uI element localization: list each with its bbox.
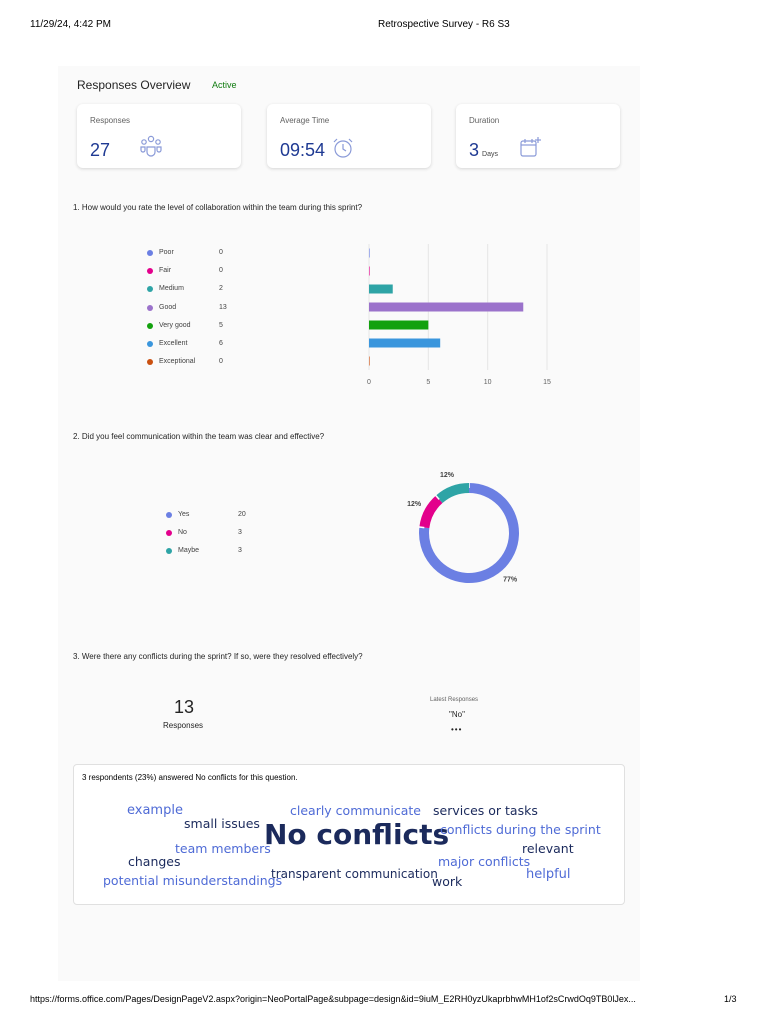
bar bbox=[369, 248, 370, 258]
bar bbox=[369, 266, 370, 276]
cloud-word: No conflicts bbox=[264, 818, 450, 851]
print-page-number: 1/3 bbox=[724, 994, 737, 1004]
cloud-word: transparent communication bbox=[271, 867, 438, 881]
legend-label: No bbox=[178, 529, 187, 536]
responses-card: Responses 27 bbox=[77, 104, 241, 168]
question-1-text: 1. How would you rate the level of colla… bbox=[73, 203, 363, 212]
print-doc-title: Retrospective Survey - R6 S3 bbox=[378, 19, 510, 30]
cloud-word: small issues bbox=[184, 816, 260, 831]
card-value: 3 Days bbox=[469, 140, 498, 160]
latest-response-value: "No" bbox=[449, 710, 465, 719]
legend-count: 2 bbox=[219, 285, 223, 293]
card-value: 09:54 bbox=[280, 140, 326, 160]
print-datetime: 11/29/24, 4:42 PM bbox=[30, 19, 111, 30]
bar bbox=[369, 302, 524, 312]
slice-label: 12% bbox=[440, 472, 455, 479]
question-2-donut-chart: 77% 12% 12% bbox=[407, 472, 519, 583]
question-2-text: 2. Did you feel communication within the… bbox=[73, 432, 325, 441]
print-url: https://forms.office.com/Pages/DesignPag… bbox=[30, 994, 636, 1004]
legend-swatch bbox=[147, 322, 153, 329]
legend-count: 0 bbox=[219, 249, 223, 256]
question-1-bar-chart: 0 5 10 15 bbox=[367, 244, 551, 386]
legend-label: Excellent bbox=[159, 340, 188, 347]
status-badge: Active bbox=[212, 80, 237, 90]
x-tick-label: 15 bbox=[543, 379, 551, 386]
legend-count: 3 bbox=[238, 529, 242, 536]
card-value: 27 bbox=[90, 140, 111, 160]
card-label: Average Time bbox=[280, 116, 330, 125]
x-tick-label: 10 bbox=[484, 379, 492, 386]
responses-overview-title: Responses Overview bbox=[77, 78, 191, 92]
legend-label: Yes bbox=[178, 511, 190, 518]
people-group-icon bbox=[140, 135, 162, 157]
legend-swatch bbox=[166, 530, 172, 536]
cloud-word: major conflicts bbox=[438, 854, 531, 869]
alarm-clock-icon bbox=[333, 138, 353, 158]
cloud-word: services or tasks bbox=[433, 803, 538, 818]
donut-slice bbox=[435, 483, 470, 504]
latest-responses-label: Latest Responses bbox=[430, 697, 479, 703]
calendar-add-icon bbox=[520, 137, 541, 157]
slice-label: 77% bbox=[503, 576, 518, 583]
cloud-word: clearly communicate bbox=[290, 803, 421, 818]
cloud-word: team members bbox=[175, 841, 271, 856]
average-time-card: Average Time 09:54 bbox=[267, 104, 431, 168]
card-unit: Days bbox=[482, 151, 498, 158]
x-tick-label: 5 bbox=[426, 379, 430, 386]
card-label: Duration bbox=[469, 116, 500, 125]
cloud-word: potential misunderstandings bbox=[103, 873, 283, 888]
legend-count: 5 bbox=[219, 321, 223, 329]
legend-swatch bbox=[166, 548, 172, 554]
legend-swatch bbox=[147, 341, 153, 347]
response-count-label: Responses bbox=[163, 721, 204, 730]
legend-count: 13 bbox=[219, 303, 227, 311]
cloud-word: helpful bbox=[526, 867, 571, 882]
legend-label: Poor bbox=[159, 249, 174, 256]
bar bbox=[369, 284, 393, 294]
x-tick-label: 0 bbox=[367, 379, 371, 386]
word-cloud-panel: 3 respondents (23%) answered No conflict… bbox=[73, 764, 625, 905]
duration-card: Duration 3 Days bbox=[456, 104, 620, 168]
question-3-text: 3. Were there any conflicts during the s… bbox=[73, 652, 363, 661]
legend-swatch bbox=[166, 512, 172, 518]
more-responses-button[interactable]: ••• bbox=[451, 725, 462, 734]
response-count: 13 bbox=[174, 697, 195, 717]
donut-slice bbox=[419, 495, 443, 529]
legend-label: Fair bbox=[159, 267, 172, 275]
cloud-word: conflicts during the sprint bbox=[440, 822, 601, 837]
cloud-word: example bbox=[127, 803, 183, 818]
bar bbox=[369, 356, 370, 366]
legend-count: 0 bbox=[219, 358, 223, 366]
legend-label: Exceptional bbox=[159, 358, 196, 366]
legend-count: 20 bbox=[238, 511, 246, 518]
bar bbox=[369, 338, 441, 348]
legend-count: 3 bbox=[238, 547, 242, 554]
slice-gap bbox=[418, 526, 425, 529]
slice-label: 12% bbox=[407, 501, 422, 508]
legend-swatch bbox=[147, 250, 153, 256]
legend-swatch bbox=[147, 304, 153, 311]
word-cloud-summary: 3 respondents (23%) answered No conflict… bbox=[82, 773, 298, 782]
legend-count: 6 bbox=[219, 340, 223, 347]
card-label: Responses bbox=[90, 116, 131, 125]
legend-label: Very good bbox=[159, 321, 191, 329]
cloud-word: changes bbox=[128, 854, 181, 869]
cloud-word: work bbox=[432, 874, 463, 889]
legend-count: 0 bbox=[219, 267, 223, 275]
legend-label: Medium bbox=[159, 285, 184, 293]
legend-label: Good bbox=[159, 303, 177, 311]
legend-label: Maybe bbox=[178, 547, 200, 554]
bar bbox=[369, 320, 429, 330]
